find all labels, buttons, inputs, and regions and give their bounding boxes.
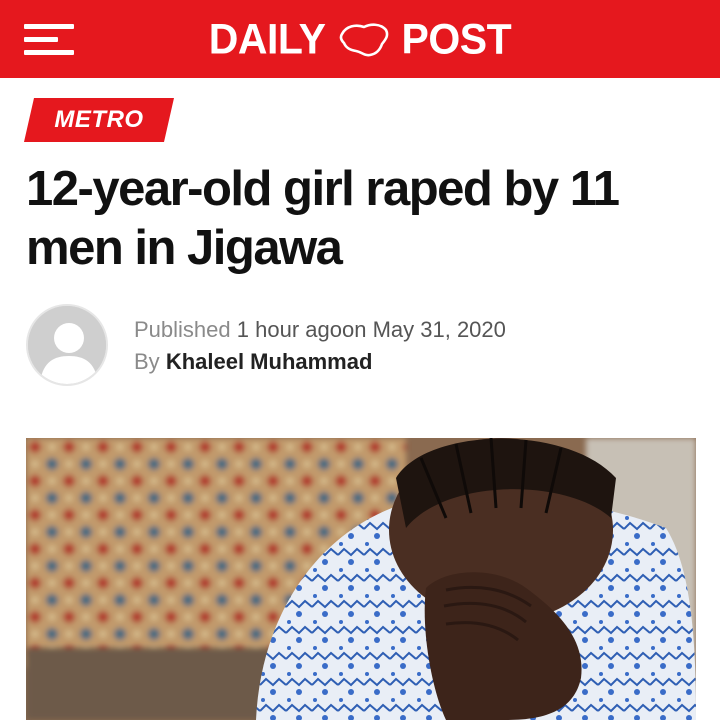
site-logo[interactable]: DAILY POST [0,0,720,78]
published-on: on [341,317,367,342]
category-badge[interactable]: METRO [24,98,174,142]
article-meta: Published 1 hour agoon May 31, 2020 By K… [134,314,506,378]
site-header: DAILY POST [0,0,720,78]
published-date: May 31, 2020 [372,317,506,342]
published-relative: 1 hour ago [236,317,342,342]
publish-line: Published 1 hour agoon May 31, 2020 [134,314,506,346]
published-label: Published [134,317,231,342]
article-featured-image[interactable] [26,438,696,720]
featured-photo [26,438,696,720]
article-headline: 12-year-old girl raped by 11 men in Jiga… [26,162,620,275]
by-label: By [134,349,160,374]
author-avatar[interactable] [26,304,108,386]
default-user-avatar-icon [28,306,106,384]
byline: By Khaleel Muhammad [134,346,506,378]
category-label: METRO [54,106,144,133]
brand-daily: DAILY [208,14,326,63]
author-name[interactable]: Khaleel Muhammad [166,349,373,374]
brand-post: POST [401,14,512,63]
nigeria-map-icon [339,23,388,57]
